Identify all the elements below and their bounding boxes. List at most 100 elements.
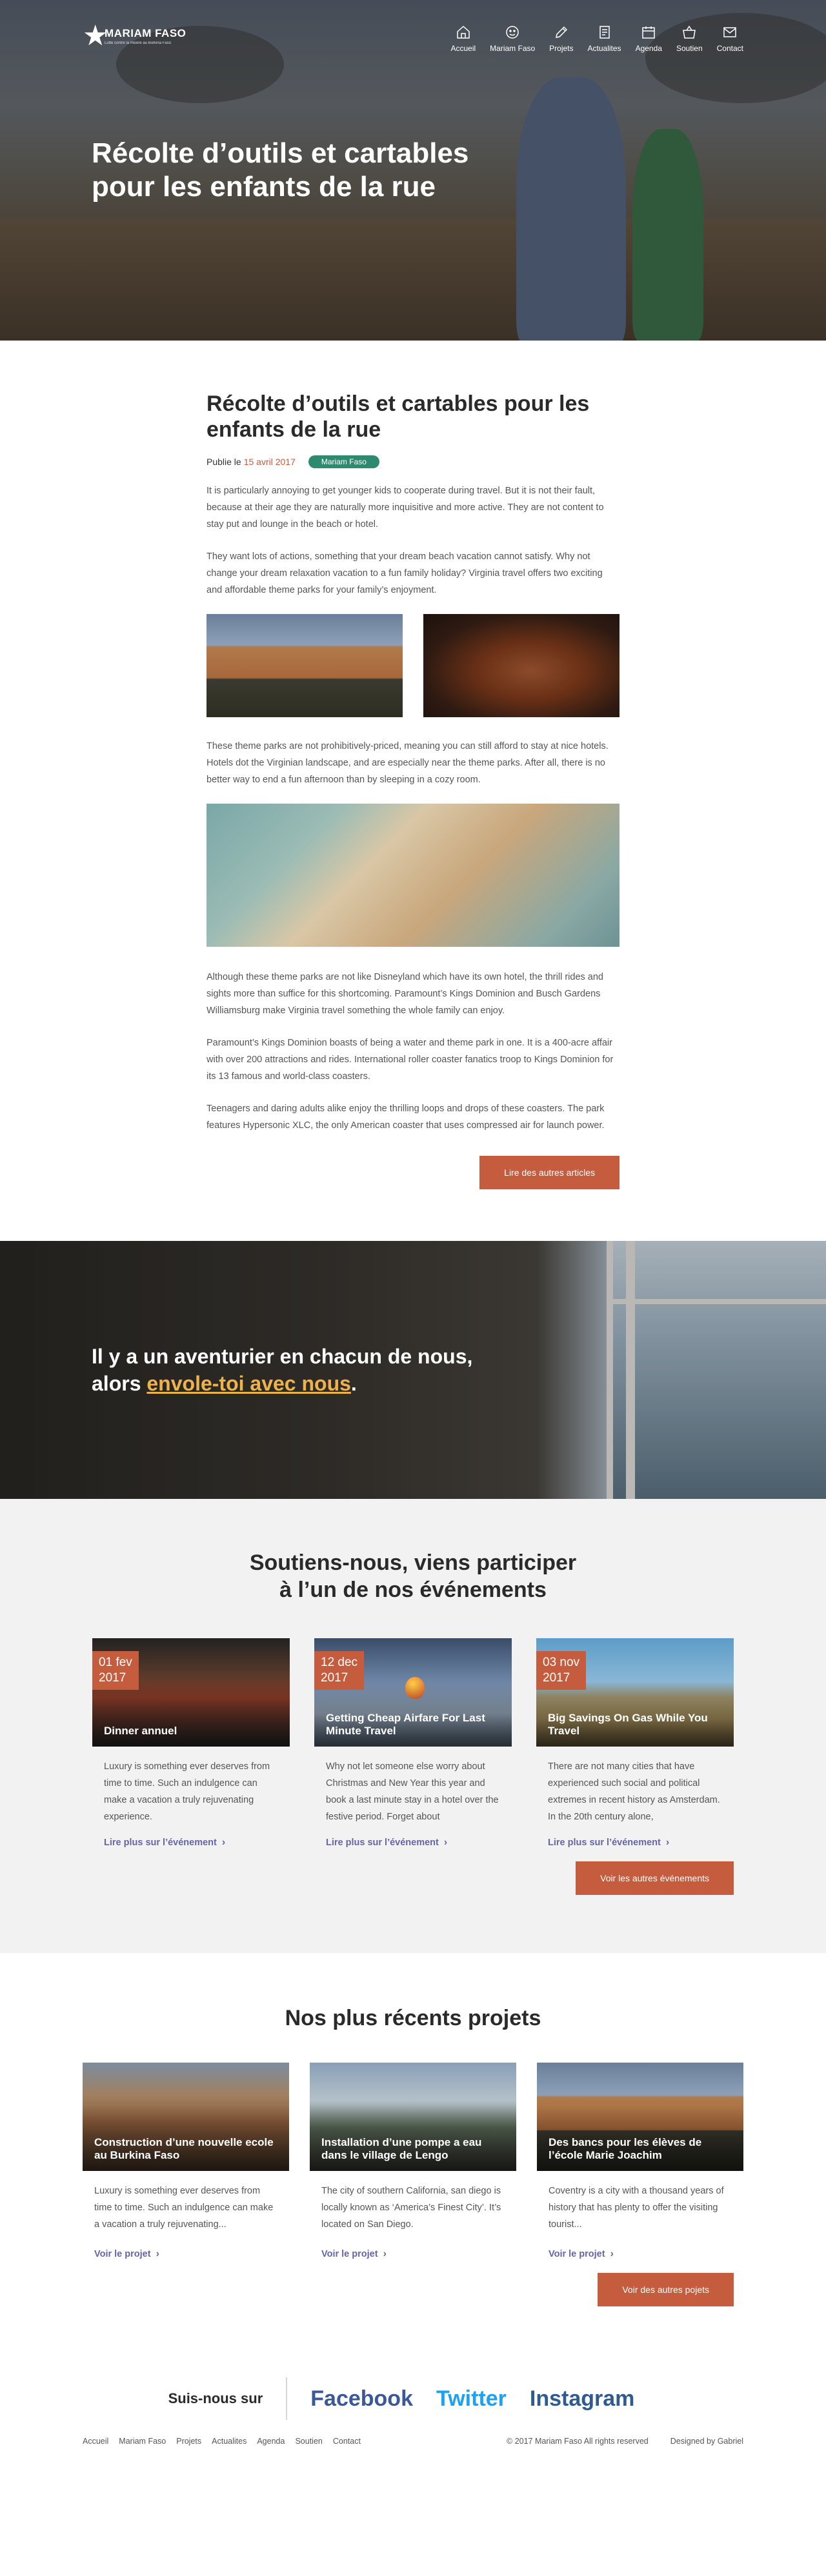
footer-link-projets[interactable]: Projets [176,2437,201,2446]
footer-link-actualites[interactable]: Actualites [212,2437,247,2446]
event-date-box: 03 nov 2017 [536,1651,587,1690]
nav-item-soutien[interactable]: Soutien [676,25,703,53]
twitter-link[interactable]: Twitter [436,2386,507,2412]
basket-icon [683,25,696,39]
event-card: 12 dec 2017 Getting Cheap Airfare For La… [314,1638,512,1848]
designer-credit: Designed by Gabriel [670,2437,743,2446]
project-title: Des bancs pour les élèves de l’école Mar… [549,2136,702,2161]
footer-link-agenda[interactable]: Agenda [257,2437,285,2446]
event-read-more-link[interactable]: Lire plus sur l’événement › [314,1837,512,1848]
map-photo [206,804,620,947]
event-text: Why not let someone else worry about Chr… [326,1761,499,1822]
event-card: 01 fev 2017 Dinner annuel Luxury is some… [92,1638,290,1848]
hero-title: Récolte d’outils et cartables pour les e… [92,137,469,203]
image-row [206,614,620,717]
project-link[interactable]: Voir le projet › [310,2248,516,2260]
article-meta: Publie le 15 avril 2017 Mariam Faso [206,455,620,468]
chevron-right-icon: › [156,2248,159,2259]
mail-icon [723,27,737,37]
nav-item-contact[interactable]: Contact [717,25,743,53]
published-prefix: Publie le [206,457,241,467]
published-date: 15 avril 2017 [243,457,296,467]
project-image: Construction d’une nouvelle ecole au Bur… [83,2063,289,2171]
article-title: Récolte d’outils et cartables pour les e… [206,391,590,442]
chevron-right-icon: › [221,1837,226,1848]
quote-line-1: Il y a un aventurier en chacun de nous, [92,1345,473,1368]
more-articles-button[interactable]: Lire des autres articles [479,1156,620,1189]
pencil-icon [555,26,567,38]
article-paragraph: Teenagers and daring adults alike enjoy … [206,1104,605,1131]
project-image: Installation d’une pompe a eau dans le v… [310,2063,516,2171]
chevron-right-icon: › [383,2248,387,2259]
nav-item-actualites[interactable]: Actualites [588,25,621,53]
nav-label: Mariam Faso [490,44,536,53]
nav-item-projets[interactable]: Projets [549,25,574,53]
event-read-more-link[interactable]: Lire plus sur l’événement › [92,1837,290,1848]
event-image: 01 fev 2017 Dinner annuel [92,1638,290,1747]
footer: Suis-nous sur Facebook Twitter Instagram… [0,2364,826,2465]
quote-line-2-prefix: alors [92,1372,141,1395]
calendar-icon [642,26,655,39]
event-text: There are not many cities that have expe… [548,1761,720,1822]
event-image: 03 nov 2017 Big Savings On Gas While You… [536,1638,734,1747]
article: Récolte d’outils et cartables pour les e… [206,341,620,1241]
logo[interactable]: ★ MARIAM FASO Lutte contre la misère au … [83,22,186,50]
brand-name: MARIAM FASO [105,27,186,39]
hero-banner: ★ MARIAM FASO Lutte contre la misère au … [0,0,826,341]
project-card: Construction d’une nouvelle ecole au Bur… [83,2063,289,2260]
instagram-link[interactable]: Instagram [530,2386,635,2412]
project-link[interactable]: Voir le projet › [537,2248,743,2260]
project-text: Luxury is something ever deserves from t… [94,2186,274,2230]
footer-link-contact[interactable]: Contact [333,2437,361,2446]
event-title: Getting Cheap Airfare For Last Minute Tr… [326,1712,485,1737]
school-photo [206,614,403,717]
footer-link-soutien[interactable]: Soutien [295,2437,322,2446]
chevron-right-icon: › [443,1837,448,1848]
home-icon [457,25,470,39]
more-events-button[interactable]: Voir les autres événements [576,1861,734,1895]
nav-label: Agenda [635,44,662,53]
event-date-box: 01 fev 2017 [92,1651,139,1690]
nav-label: Projets [549,44,574,53]
event-title: Big Savings On Gas While You Travel [548,1712,708,1737]
footer-link-accueil[interactable]: Accueil [83,2437,108,2446]
footer-link-mariam-faso[interactable]: Mariam Faso [119,2437,166,2446]
footer-bottom: Accueil Mariam Faso Projets Actualites A… [83,2430,743,2465]
leather-bag-photo [423,614,620,717]
document-icon [599,26,610,39]
nav-item-mariam-faso[interactable]: Mariam Faso [490,25,535,53]
copyright: © 2017 Mariam Faso All rights reserved [507,2437,649,2446]
follow-label: Suis-nous sur [168,2377,288,2420]
event-read-more-link[interactable]: Lire plus sur l’événement › [536,1837,734,1848]
article-paragraph: These theme parks are not prohibitively-… [206,741,609,785]
project-text: The city of southern California, san die… [321,2186,501,2230]
main-nav: Accueil Mariam Faso Projets Actualites A… [450,25,743,53]
article-paragraph: Although these theme parks are not like … [206,972,603,1016]
project-title: Installation d’une pompe a eau dans le v… [321,2136,482,2161]
facebook-link[interactable]: Facebook [310,2386,413,2412]
project-card: Installation d’une pompe a eau dans le v… [310,2063,516,2260]
quote-highlight-link[interactable]: envole-toi avec nous [146,1372,351,1395]
chevron-right-icon: › [610,2248,614,2259]
quote-line-2-suffix: . [350,1372,357,1395]
footer-info: © 2017 Mariam Faso All rights reserved D… [507,2437,743,2446]
events-cards: 01 fev 2017 Dinner annuel Luxury is some… [92,1638,734,1848]
nav-item-agenda[interactable]: Agenda [636,25,662,53]
event-date-box: 12 dec 2017 [314,1651,365,1690]
article-paragraph: It is particularly annoying to get young… [206,486,604,530]
events-section: Soutiens-nous, viens participer à l’un d… [0,1499,826,1953]
quote-banner: Il y a un aventurier en chacun de nous, … [0,1241,826,1499]
nav-label: Actualites [587,44,621,53]
chevron-right-icon: › [665,1837,670,1848]
more-projects-button[interactable]: Voir des autres pojets [598,2273,734,2306]
event-text: Luxury is something ever deserves from t… [104,1761,270,1822]
project-link[interactable]: Voir le projet › [83,2248,289,2260]
event-title: Dinner annuel [104,1725,177,1737]
author-badge[interactable]: Mariam Faso [308,455,379,468]
nav-item-accueil[interactable]: Accueil [450,25,476,53]
events-title: Soutiens-nous, viens participer à l’un d… [249,1551,577,1602]
article-paragraph: They want lots of actions, something tha… [206,551,603,595]
nav-label: Accueil [450,44,476,53]
project-text: Coventry is a city with a thousand years… [549,2186,724,2230]
article-paragraph: Paramount’s Kings Dominion boasts of bei… [206,1038,614,1082]
